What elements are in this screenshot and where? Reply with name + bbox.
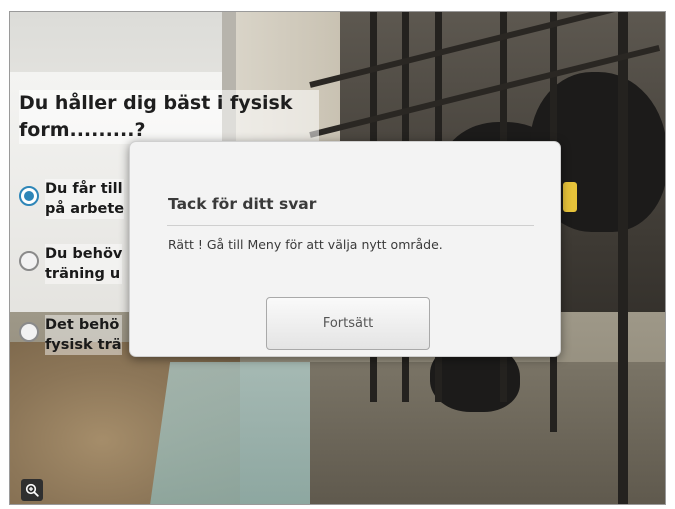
background-stall-rail: [618, 12, 628, 504]
zoom-in-icon: [25, 483, 39, 497]
radio-button[interactable]: [19, 322, 39, 342]
radio-button[interactable]: [19, 251, 39, 271]
answer-option-label: Du behöv träning u: [45, 244, 123, 284]
dialog-title: Tack för ditt svar: [168, 195, 317, 213]
answer-option-label: Du får till på arbete: [45, 179, 125, 219]
question-line-1: Du håller dig bäst i fysisk: [19, 92, 293, 114]
zoom-button[interactable]: [21, 479, 43, 501]
background-ear-tag: [563, 182, 577, 212]
feedback-dialog: Tack för ditt svar Rätt ! Gå till Meny f…: [129, 141, 561, 357]
dialog-divider: [167, 225, 534, 226]
question-line-2: form.........?: [19, 119, 146, 141]
continue-button[interactable]: Fortsätt: [266, 297, 430, 350]
question-text: Du håller dig bäst i fysisk form........…: [19, 90, 319, 144]
radio-button-selected[interactable]: [19, 186, 39, 206]
dialog-message: Rätt ! Gå till Meny för att välja nytt o…: [168, 237, 443, 252]
answer-option-label: Det behö fysisk trä: [45, 315, 122, 355]
